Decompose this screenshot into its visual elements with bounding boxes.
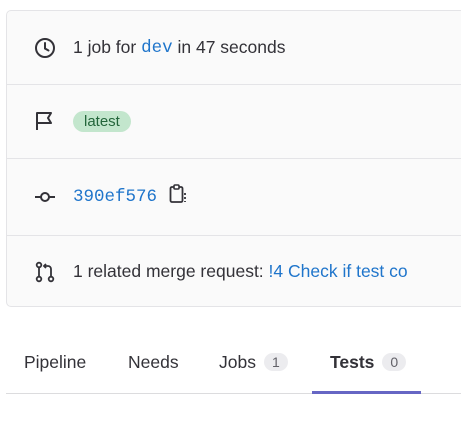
latest-badge: latest	[73, 110, 131, 132]
clock-icon	[34, 37, 56, 59]
pipeline-tabs: Pipeline Needs Jobs 1 Tests 0	[6, 330, 461, 394]
tab-needs[interactable]: Needs	[128, 330, 179, 394]
tags-row: latest	[7, 84, 461, 159]
tab-label: Jobs	[219, 351, 256, 372]
merge-request-row: 1 related merge request: !4 Check if tes…	[7, 235, 461, 306]
duration-suffix: in 47 seconds	[177, 37, 286, 57]
commit-sha-link[interactable]: 390ef576	[73, 187, 157, 207]
tab-label: Pipeline	[24, 351, 87, 372]
commit-icon	[34, 186, 56, 208]
tab-label: Tests	[330, 351, 375, 372]
tab-label: Needs	[128, 351, 179, 372]
tab-jobs[interactable]: Jobs 1	[219, 330, 288, 394]
merge-request-link[interactable]: !4 Check if test co	[269, 261, 408, 282]
duration-row: 1 job for dev in 47 seconds	[7, 11, 461, 85]
ref-link[interactable]: dev	[141, 38, 173, 58]
merge-request-icon	[34, 261, 56, 283]
copy-commit-sha-button[interactable]	[169, 184, 187, 209]
copy-to-clipboard-icon	[169, 184, 187, 209]
duration-text: 1 job for dev in 47 seconds	[73, 37, 286, 58]
flag-icon	[34, 110, 56, 132]
jobs-count-badge: 1	[263, 353, 288, 371]
duration-prefix: 1 job for	[73, 37, 137, 57]
tests-count-badge: 0	[382, 353, 407, 371]
tab-pipeline[interactable]: Pipeline	[24, 330, 86, 394]
merge-request-prefix: 1 related merge request:	[73, 261, 264, 281]
commit-row: 390ef576	[7, 158, 461, 236]
pipeline-info-card: 1 job for dev in 47 seconds latest 390ef…	[6, 10, 461, 307]
tab-tests[interactable]: Tests 0	[312, 330, 422, 394]
